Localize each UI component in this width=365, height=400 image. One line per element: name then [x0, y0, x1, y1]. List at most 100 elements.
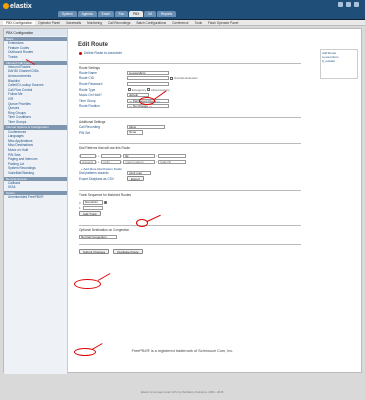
prepend-input-2[interactable]	[79, 159, 96, 164]
subnav-batch-configurations[interactable]: Batch Configurations	[134, 21, 170, 25]
route-cid-input[interactable]	[127, 76, 169, 81]
wizard-label: Dial patterns wizards	[79, 171, 109, 176]
user-icon[interactable]	[346, 2, 351, 7]
route-password-label: Route Password	[79, 81, 103, 86]
add-trunk-row: Add Trunk	[79, 211, 305, 217]
tab-pbx[interactable]: PBX	[128, 11, 144, 17]
prefix-input-2[interactable]	[100, 159, 121, 164]
tab-system[interactable]: System	[58, 11, 77, 17]
tab-fax[interactable]: Fax	[114, 11, 128, 17]
trunk-index-1: 1	[79, 206, 81, 211]
congestion-select[interactable]: Normal Congestion	[79, 235, 117, 240]
subnav-pbx-configuration[interactable]: PBX Configuration	[3, 20, 36, 25]
prefix-input[interactable]	[100, 154, 121, 159]
trunk-index-0: 0	[79, 200, 81, 205]
optional-destination-header: Optional Destination on Congestion	[79, 224, 301, 232]
sidebar-title-text: PBX Configuration	[6, 30, 34, 35]
trash-icon[interactable]	[103, 201, 107, 205]
trunk-sequence-header: Trunk Sequence for Matched Routes	[79, 189, 301, 197]
time-group-label: Time Group	[79, 98, 96, 103]
subnav-monitoring[interactable]: Monitoring	[84, 21, 105, 25]
delete-route-text: Delete Route to-soundvim	[84, 51, 123, 55]
intra-company-checkbox[interactable]	[147, 88, 151, 92]
call-recording-select[interactable]: Allow	[127, 124, 165, 130]
emergency-checkbox[interactable]	[128, 88, 131, 92]
logo-icon	[3, 3, 9, 10]
route-name-label: Route Name	[79, 70, 97, 75]
export-label: Export Dialplans as CSV	[79, 176, 114, 181]
elastix-logo: elastix	[3, 3, 32, 10]
route-position-label: Route Position	[79, 104, 100, 109]
sidebar: PBX Configuration Basic Extensions Featu…	[4, 29, 68, 374]
callerid-input-2[interactable]	[158, 159, 187, 164]
subnav-operator-panel[interactable]: Operator Panel	[35, 21, 63, 25]
footer-license: Elastix is licensed under GPL by PaloSan…	[140, 390, 225, 394]
subnav-conference[interactable]: Conference	[169, 21, 191, 25]
callerid-input[interactable]	[158, 154, 187, 159]
pipe-sign: |	[121, 154, 123, 159]
duplicate-route-button[interactable]: Duplicate Route	[113, 249, 143, 255]
sidebar-item-time-groups[interactable]: Time Groups	[4, 120, 67, 125]
export-row: Export Dialplans as CSV Export	[79, 176, 305, 182]
sidebar-item-trunks[interactable]: Trunks	[4, 55, 67, 60]
close-paren-2: )	[95, 159, 97, 164]
call-recording-label: Call Recording	[79, 124, 100, 129]
header-icons	[338, 2, 359, 7]
prepend-input[interactable]	[79, 154, 96, 159]
match-pattern-input-2[interactable]	[123, 159, 156, 164]
route-list-item[interactable]: 9_outside	[322, 59, 356, 63]
dial-patterns-header: Dial Patterns that will use this Route	[79, 143, 301, 150]
route-type-label: Route Type	[79, 87, 96, 92]
slash-sign-2: /	[156, 159, 158, 164]
content-panel: PBX Configuration Basic Extensions Featu…	[3, 28, 362, 374]
help-icon[interactable]	[338, 2, 343, 7]
congestion-row: Normal Congestion	[79, 235, 305, 241]
top-header: elastix System Agenda Email Fax PBX IM R…	[0, 0, 365, 20]
dial-pattern-placeholder-row: ( ) + | /	[79, 159, 305, 165]
annotation-circle	[74, 279, 101, 289]
sub-navigation: PBX Configuration Operator Panel Voicema…	[0, 20, 365, 26]
trunk-select-0[interactable]: Soundvim	[82, 200, 103, 205]
wizard-select[interactable]: (pick one)	[127, 171, 151, 176]
sidebar-item-voicemail-blasting[interactable]: VoiceMail Blasting	[4, 171, 67, 176]
footer: FreePBX® is a registered trademark of Sc…	[131, 349, 234, 353]
close-paren: )	[95, 154, 97, 159]
subnav-flash-operator-panel[interactable]: Flash Operator Panel	[205, 21, 241, 25]
pin-set-select[interactable]: None	[127, 130, 143, 135]
tab-reports[interactable]: Reports	[156, 11, 177, 17]
add-trunk-button[interactable]: Add Trunk	[79, 211, 101, 217]
slash-sign: /	[156, 154, 158, 159]
match-pattern-input[interactable]	[123, 154, 156, 159]
route-list-panel: Add Route to-soundvim 9_outside	[320, 49, 358, 79]
export-button[interactable]: Export	[127, 176, 144, 182]
sidebar-item-unembedded-freepbx[interactable]: Unembedded FreePBX®	[4, 195, 67, 200]
logout-icon[interactable]	[354, 2, 359, 7]
delete-icon	[79, 51, 82, 55]
subnav-voicemails[interactable]: Voicemails	[63, 21, 84, 25]
submit-row: Submit Changes Duplicate Route	[79, 249, 305, 255]
page-title: Edit Route	[78, 42, 108, 48]
route-name-input[interactable]	[127, 70, 169, 75]
pin-set-label: PIN Set	[79, 130, 90, 135]
pipe-sign-2: |	[121, 159, 123, 164]
subnav-tools[interactable]: Tools	[192, 21, 205, 25]
plus-sign-2: +	[97, 159, 100, 164]
sidebar-item-disa[interactable]: DISA	[4, 185, 67, 190]
tab-email[interactable]: Email	[97, 11, 114, 17]
subnav-call-recordings[interactable]: Call Recordings	[105, 21, 134, 25]
delete-route-link[interactable]: Delete Route to-soundvim	[79, 51, 305, 55]
route-cid-label: Route CID	[79, 76, 94, 81]
app-window: elastix System Agenda Email Fax PBX IM R…	[0, 0, 365, 400]
submit-changes-button[interactable]: Submit Changes	[79, 249, 110, 255]
override-extension-checkbox[interactable]	[170, 76, 173, 80]
trunk-select-1[interactable]	[82, 206, 103, 211]
tab-im[interactable]: IM	[144, 11, 156, 17]
tab-agenda[interactable]: Agenda	[77, 11, 97, 17]
override-extension-label: Override Extension	[174, 76, 198, 81]
emergency-label: Emergency	[132, 87, 147, 92]
route-password-input[interactable]	[127, 81, 169, 87]
pin-set-row: PIN Set None	[79, 130, 305, 136]
route-settings-header: Route Settings	[79, 63, 301, 70]
route-position-row: Route Position --- No Change ---	[79, 104, 305, 110]
divider	[79, 244, 301, 246]
